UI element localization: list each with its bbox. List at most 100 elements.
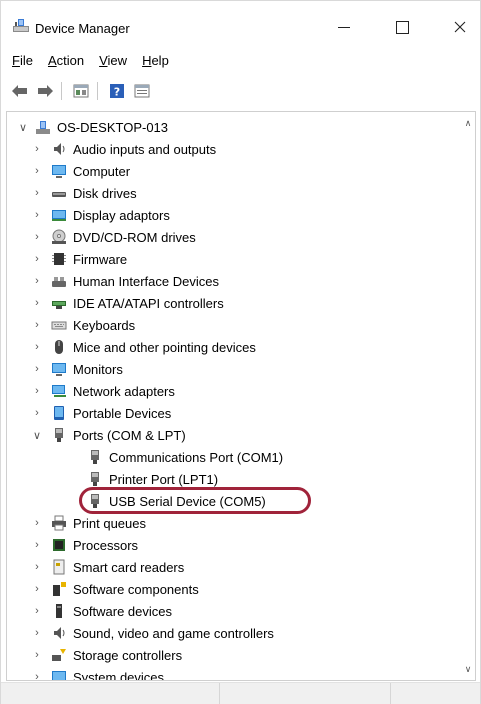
tree-item-mice[interactable]: › Mice and other pointing devices bbox=[7, 336, 459, 358]
view-icon bbox=[134, 84, 150, 98]
status-bar bbox=[1, 682, 480, 704]
port-icon bbox=[87, 471, 103, 487]
tree-item-label: Smart card readers bbox=[73, 559, 185, 575]
tree-item-print-queues[interactable]: › Print queues bbox=[7, 512, 459, 534]
collapse-chevron-icon[interactable]: ∨ bbox=[17, 121, 29, 134]
tree-root[interactable]: ∨ OS-DESKTOP-013 bbox=[7, 116, 459, 138]
help-button[interactable]: ? bbox=[106, 80, 128, 102]
toolbar: ? bbox=[1, 77, 480, 105]
tree-item-display-adaptors[interactable]: › Display adaptors bbox=[7, 204, 459, 226]
printer-icon bbox=[51, 515, 67, 531]
scroll-up-icon[interactable]: ∧ bbox=[463, 118, 473, 128]
svg-text:?: ? bbox=[114, 86, 120, 99]
tree-item-storage-controllers[interactable]: › Storage controllers bbox=[7, 644, 459, 666]
menu-action[interactable]: Action bbox=[46, 51, 86, 70]
tree-item-network-adapters[interactable]: › Network adapters bbox=[7, 380, 459, 402]
tree-item-computer[interactable]: › Computer bbox=[7, 160, 459, 182]
tree-item-portable-devices[interactable]: › Portable Devices bbox=[7, 402, 459, 424]
forward-arrow-icon bbox=[38, 85, 53, 97]
close-icon bbox=[454, 21, 466, 33]
smart-card-icon bbox=[51, 559, 67, 575]
properties-icon bbox=[73, 84, 89, 98]
expand-chevron-icon[interactable]: › bbox=[31, 319, 43, 331]
tree-item-ide[interactable]: › IDE ATA/ATAPI controllers bbox=[7, 292, 459, 314]
expand-chevron-icon[interactable]: › bbox=[31, 231, 43, 243]
status-cell bbox=[1, 683, 220, 704]
expand-chevron-icon[interactable]: › bbox=[31, 561, 43, 573]
device-tree-panel[interactable]: ∨ OS-DESKTOP-013 › Audio inputs and outp… bbox=[6, 111, 476, 681]
disk-icon bbox=[51, 185, 67, 201]
expand-chevron-icon[interactable]: › bbox=[31, 143, 43, 155]
ide-icon bbox=[51, 295, 67, 311]
tree-item-label: Disk drives bbox=[73, 185, 137, 201]
tree-item-label: Display adaptors bbox=[73, 207, 170, 223]
menu-help[interactable]: Help bbox=[140, 51, 171, 70]
expand-chevron-icon[interactable]: › bbox=[31, 649, 43, 661]
tree-item-label: Monitors bbox=[73, 361, 123, 377]
tree-item-keyboards[interactable]: › Keyboards bbox=[7, 314, 459, 336]
expand-chevron-icon[interactable]: › bbox=[31, 363, 43, 375]
vertical-scrollbar[interactable]: ∧ ∨ bbox=[461, 112, 475, 680]
tree-item-hid[interactable]: › Human Interface Devices bbox=[7, 270, 459, 292]
device-manager-icon bbox=[12, 17, 30, 33]
tree-item-firmware[interactable]: › Firmware bbox=[7, 248, 459, 270]
expand-chevron-icon[interactable]: › bbox=[31, 517, 43, 529]
toolbar-separator bbox=[61, 82, 62, 100]
tree-item-monitors[interactable]: › Monitors bbox=[7, 358, 459, 380]
title-bar[interactable]: Device Manager bbox=[1, 1, 480, 47]
tree-item-software-devices[interactable]: › Software devices bbox=[7, 600, 459, 622]
expand-chevron-icon[interactable]: › bbox=[31, 583, 43, 595]
forward-button[interactable] bbox=[34, 80, 56, 102]
tree-item-software-components[interactable]: › Software components bbox=[7, 578, 459, 600]
expand-chevron-icon[interactable]: › bbox=[31, 275, 43, 287]
expand-chevron-icon[interactable]: › bbox=[31, 209, 43, 221]
expand-chevron-icon[interactable]: › bbox=[31, 297, 43, 309]
tree-item-disk-drives[interactable]: › Disk drives bbox=[7, 182, 459, 204]
tree-item-audio[interactable]: › Audio inputs and outputs bbox=[7, 138, 459, 160]
expand-chevron-icon[interactable]: › bbox=[31, 253, 43, 265]
view-button[interactable] bbox=[131, 80, 153, 102]
keyboard-icon bbox=[51, 317, 67, 333]
tree-item-com1[interactable]: Communications Port (COM1) bbox=[7, 446, 459, 468]
expand-chevron-icon[interactable]: › bbox=[31, 165, 43, 177]
tree-item-label: Computer bbox=[73, 163, 131, 179]
tree-item-usb-serial-com5[interactable]: USB Serial Device (COM5) bbox=[7, 490, 459, 512]
expand-chevron-icon[interactable]: › bbox=[31, 605, 43, 617]
help-icon: ? bbox=[110, 84, 124, 99]
speaker-icon bbox=[51, 625, 67, 641]
port-icon bbox=[51, 427, 67, 443]
expand-chevron-icon[interactable]: › bbox=[31, 627, 43, 639]
expand-chevron-icon[interactable]: › bbox=[31, 407, 43, 419]
expand-chevron-icon[interactable]: › bbox=[31, 385, 43, 397]
storage-icon bbox=[51, 647, 67, 663]
menu-view[interactable]: View bbox=[97, 51, 129, 70]
minimize-button[interactable] bbox=[321, 11, 367, 43]
expand-chevron-icon[interactable]: › bbox=[31, 671, 43, 680]
tree-item-ports[interactable]: ∨ Ports (COM & LPT) bbox=[7, 424, 459, 446]
menu-file[interactable]: File bbox=[10, 51, 35, 70]
processor-icon bbox=[51, 537, 67, 553]
maximize-button[interactable] bbox=[379, 11, 425, 43]
collapse-chevron-icon[interactable]: ∨ bbox=[31, 429, 43, 442]
back-button[interactable] bbox=[9, 80, 31, 102]
expand-chevron-icon[interactable]: › bbox=[31, 539, 43, 551]
scroll-down-icon[interactable]: ∨ bbox=[463, 664, 473, 674]
tree-item-lpt1[interactable]: Printer Port (LPT1) bbox=[7, 468, 459, 490]
tree-item-dvd[interactable]: › DVD/CD-ROM drives bbox=[7, 226, 459, 248]
tree-item-smart-card[interactable]: › Smart card readers bbox=[7, 556, 459, 578]
monitor-icon bbox=[51, 163, 67, 179]
expand-chevron-icon[interactable]: › bbox=[31, 187, 43, 199]
tree-root-label: OS-DESKTOP-013 bbox=[57, 119, 169, 135]
tree-item-label: Human Interface Devices bbox=[73, 273, 219, 289]
close-button[interactable] bbox=[437, 11, 481, 43]
tree-item-sound-video[interactable]: › Sound, video and game controllers bbox=[7, 622, 459, 644]
tree-item-processors[interactable]: › Processors bbox=[7, 534, 459, 556]
device-manager-window: Device Manager File Action View Help ? ∨… bbox=[0, 0, 481, 704]
expand-chevron-icon[interactable]: › bbox=[31, 341, 43, 353]
properties-button[interactable] bbox=[70, 80, 92, 102]
tree-item-label: Audio inputs and outputs bbox=[73, 141, 217, 157]
back-arrow-icon bbox=[12, 85, 27, 97]
tree-item-system-devices[interactable]: › System devices bbox=[7, 666, 459, 680]
tree-item-label: DVD/CD-ROM drives bbox=[73, 229, 196, 245]
tree-item-label: Portable Devices bbox=[73, 405, 172, 421]
